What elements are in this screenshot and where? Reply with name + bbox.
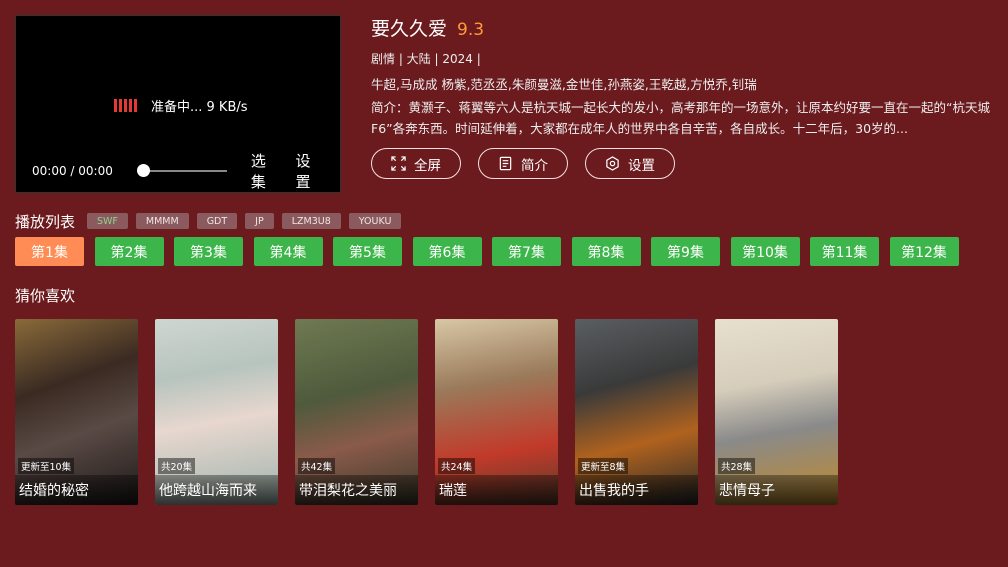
episode-badge: 共24集 — [438, 458, 476, 474]
episode-button[interactable]: 第10集 — [730, 237, 800, 266]
episode-button[interactable]: 第12集 — [889, 237, 959, 266]
settings-label: 设置 — [628, 157, 655, 174]
episodes-button[interactable]: 选集 — [251, 150, 280, 192]
episode-button[interactable]: 第9集 — [651, 237, 720, 266]
episode-button[interactable]: 第2集 — [94, 237, 164, 266]
recommend-card[interactable]: 共20集 他跨越山海而来 — [155, 319, 278, 505]
player-controls: 00:00 / 00:00 选集 设置 — [32, 152, 324, 191]
source-tab[interactable]: YOUKU — [348, 213, 402, 229]
video-title: 要久久爱 — [371, 18, 448, 40]
episode-badge: 共42集 — [298, 458, 336, 474]
source-tab[interactable]: GDT — [196, 213, 238, 229]
settings-button[interactable]: 设置 — [585, 148, 675, 179]
card-title: 瑞莲 — [435, 475, 558, 505]
source-tab[interactable]: JP — [245, 213, 274, 229]
source-tab[interactable]: LZM3U8 — [281, 213, 341, 229]
video-player[interactable]: 准备中... 9 KB/s 00:00 / 00:00 选集 设置 — [15, 15, 341, 193]
playlist-title: 播放列表 — [15, 213, 76, 231]
episode-list: 第1集 第2集 第3集 第4集 第5集 第6集 第7集 第8集 第9集 第10集… — [15, 237, 959, 266]
episode-button[interactable]: 第3集 — [174, 237, 243, 266]
intro-label: 简介 — [521, 157, 548, 174]
episode-button[interactable]: 第5集 — [333, 237, 402, 266]
episode-button[interactable]: 第8集 — [571, 237, 641, 266]
document-icon — [499, 156, 512, 171]
episode-button[interactable]: 第4集 — [253, 237, 323, 266]
seek-bar[interactable] — [137, 164, 227, 177]
card-title: 带泪梨花之美丽 — [295, 475, 418, 505]
fullscreen-icon — [391, 156, 406, 171]
video-score: 9.3 — [457, 20, 485, 40]
time-display: 00:00 / 00:00 — [32, 164, 113, 178]
episode-button[interactable]: 第11集 — [810, 237, 879, 266]
episode-badge: 共20集 — [158, 458, 196, 474]
recommend-card[interactable]: 共24集 瑞莲 — [435, 319, 558, 505]
recommend-card[interactable]: 共42集 带泪梨花之美丽 — [295, 319, 418, 505]
video-meta: 剧情 | 大陆 | 2024 | — [371, 52, 481, 66]
fullscreen-label: 全屏 — [414, 157, 441, 174]
intro-button[interactable]: 简介 — [478, 148, 568, 179]
card-title: 结婚的秘密 — [15, 475, 138, 505]
loading-text: 准备中... 9 KB/s — [151, 100, 248, 115]
video-info: 要久久爱 9.3 剧情 | 大陆 | 2024 | 牛超,马成成 杨紫,范丞丞,… — [371, 14, 996, 179]
episode-button[interactable]: 第1集 — [15, 237, 84, 266]
card-title: 悲情母子 — [715, 475, 838, 505]
seek-knob[interactable] — [137, 164, 151, 177]
episode-button[interactable]: 第6集 — [412, 237, 482, 266]
video-description: 简介：黄灏子、蒋翼等六人是杭天城一起长大的发小，高考那年的一场意外，让原本约好要… — [371, 100, 990, 136]
recommend-card[interactable]: 共28集 悲情母子 — [715, 319, 838, 505]
loading-indicator: 准备中... 9 KB/s — [114, 96, 248, 115]
settings-hex-icon — [606, 156, 619, 171]
recommend-card[interactable]: 更新至10集 结婚的秘密 — [15, 319, 138, 505]
episode-button[interactable]: 第7集 — [492, 237, 561, 266]
source-tab[interactable]: SWF — [87, 213, 128, 229]
episode-badge: 共28集 — [718, 458, 756, 474]
card-title: 出售我的手 — [575, 475, 698, 505]
episode-badge: 更新至10集 — [18, 458, 75, 474]
source-tab[interactable]: MMMM — [135, 213, 189, 229]
card-title: 他跨越山海而来 — [155, 475, 278, 505]
player-settings-button[interactable]: 设置 — [295, 150, 324, 192]
recommend-title: 猜你喜欢 — [15, 287, 76, 305]
loading-bars-icon — [114, 99, 137, 112]
source-tabs: SWF MMMM GDT JP LZM3U8 YOUKU — [87, 213, 402, 229]
recommend-list: 更新至10集 结婚的秘密 共20集 他跨越山海而来 共42集 带泪梨花之美丽 共… — [15, 319, 838, 505]
episode-badge: 更新至8集 — [578, 458, 629, 474]
recommend-card[interactable]: 更新至8集 出售我的手 — [575, 319, 698, 505]
fullscreen-button[interactable]: 全屏 — [371, 148, 461, 179]
video-cast: 牛超,马成成 杨紫,范丞丞,朱颜曼滋,金世佳,孙燕姿,王乾越,方悦乔,钊瑞 — [371, 77, 757, 91]
